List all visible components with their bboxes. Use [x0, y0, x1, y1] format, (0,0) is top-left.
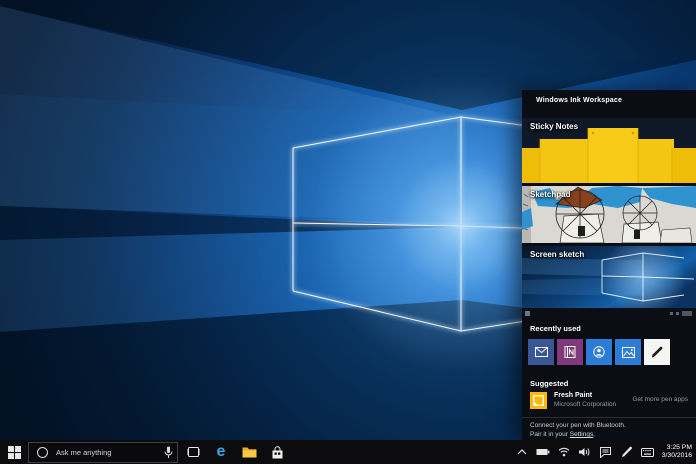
onenote-app-icon	[564, 346, 576, 358]
cortana-search-box[interactable]: Ask me anything	[28, 442, 178, 463]
sticky-notes-card[interactable]: Sticky Notes	[522, 118, 696, 183]
clock-date: 3/30/2016	[658, 452, 692, 460]
windows-ink-workspace-panel: Windows Ink Workspace Sticky Notes Sketc…	[522, 90, 696, 440]
start-button[interactable]	[0, 440, 28, 464]
photos-app-icon	[622, 347, 635, 358]
suggested-app-publisher: Microsoft Corporation	[554, 401, 616, 408]
recently-used-heading: Recently used	[530, 324, 581, 333]
pen-icon	[621, 446, 633, 458]
windows-start-icon	[8, 446, 21, 459]
footer-line2: Pair it in your Settings.	[530, 430, 626, 439]
action-center-icon	[600, 447, 611, 458]
speaker-icon	[579, 447, 591, 457]
sticky-notes-label: Sticky Notes	[530, 122, 578, 131]
suggested-app-row[interactable]: Fresh Paint Microsoft Corporation Get mo…	[522, 390, 696, 414]
touch-keyboard-button[interactable]	[637, 440, 658, 464]
sketchpad-card[interactable]: Sketchpad	[522, 186, 696, 243]
battery-status-button[interactable]	[532, 440, 553, 464]
panel-divider	[522, 417, 696, 418]
task-view-icon	[187, 447, 200, 457]
task-view-button[interactable]	[180, 440, 206, 464]
recent-app-people-tile[interactable]	[586, 339, 612, 365]
panel-title: Windows Ink Workspace	[536, 97, 622, 104]
clock[interactable]: 3:25 PM 3/30/2016	[658, 444, 696, 460]
network-status-button[interactable]	[553, 440, 574, 464]
sketchpad-label: Sketchpad	[530, 190, 570, 199]
recent-app-photos-tile[interactable]	[615, 339, 641, 365]
suggested-heading: Suggested	[530, 379, 568, 388]
recent-app-onenote-tile[interactable]	[557, 339, 583, 365]
footer-line1: Connect your pen with Bluetooth.	[530, 421, 626, 430]
file-explorer-icon	[242, 446, 257, 458]
search-placeholder: Ask me anything	[56, 448, 111, 457]
pen-app-icon	[650, 345, 664, 359]
windows-store-icon	[272, 446, 283, 459]
footer-line2-suffix: .	[593, 431, 595, 438]
fresh-paint-app-icon	[533, 395, 544, 406]
chevron-up-icon	[517, 449, 527, 455]
touch-keyboard-icon	[641, 448, 654, 457]
system-tray: 3:25 PM 3/30/2016	[511, 440, 696, 464]
recent-app-pen-tile[interactable]	[644, 339, 670, 365]
clock-time: 3:25 PM	[658, 444, 692, 452]
taskbar: Ask me anything e	[0, 440, 696, 464]
tray-expand-button[interactable]	[511, 440, 532, 464]
settings-link[interactable]: Settings	[570, 431, 594, 438]
microphone-icon	[164, 446, 173, 459]
get-more-pen-apps-link[interactable]: Get more pen apps	[632, 396, 688, 403]
recent-app-mail-tile[interactable]	[528, 339, 554, 365]
ink-workspace-button[interactable]	[616, 440, 637, 464]
action-center-button[interactable]	[595, 440, 616, 464]
people-app-icon	[593, 346, 605, 358]
screen-sketch-card[interactable]: Screen sketch	[522, 246, 696, 319]
battery-icon	[536, 448, 550, 456]
edge-browser-button[interactable]: e	[208, 440, 234, 464]
windows-store-button[interactable]	[264, 440, 290, 464]
microphone-button[interactable]	[164, 443, 173, 462]
edge-browser-icon: e	[217, 444, 226, 460]
file-explorer-button[interactable]	[236, 440, 262, 464]
mail-app-icon	[535, 347, 548, 357]
screen-sketch-label: Screen sketch	[530, 250, 584, 259]
pen-pairing-footer: Connect your pen with Bluetooth. Pair it…	[530, 421, 626, 439]
footer-line2-prefix: Pair it in your	[530, 431, 570, 438]
wifi-icon	[558, 447, 570, 457]
fresh-paint-tile	[530, 392, 547, 409]
volume-button[interactable]	[574, 440, 595, 464]
cortana-icon	[37, 447, 48, 458]
suggested-app-name: Fresh Paint	[554, 392, 592, 399]
